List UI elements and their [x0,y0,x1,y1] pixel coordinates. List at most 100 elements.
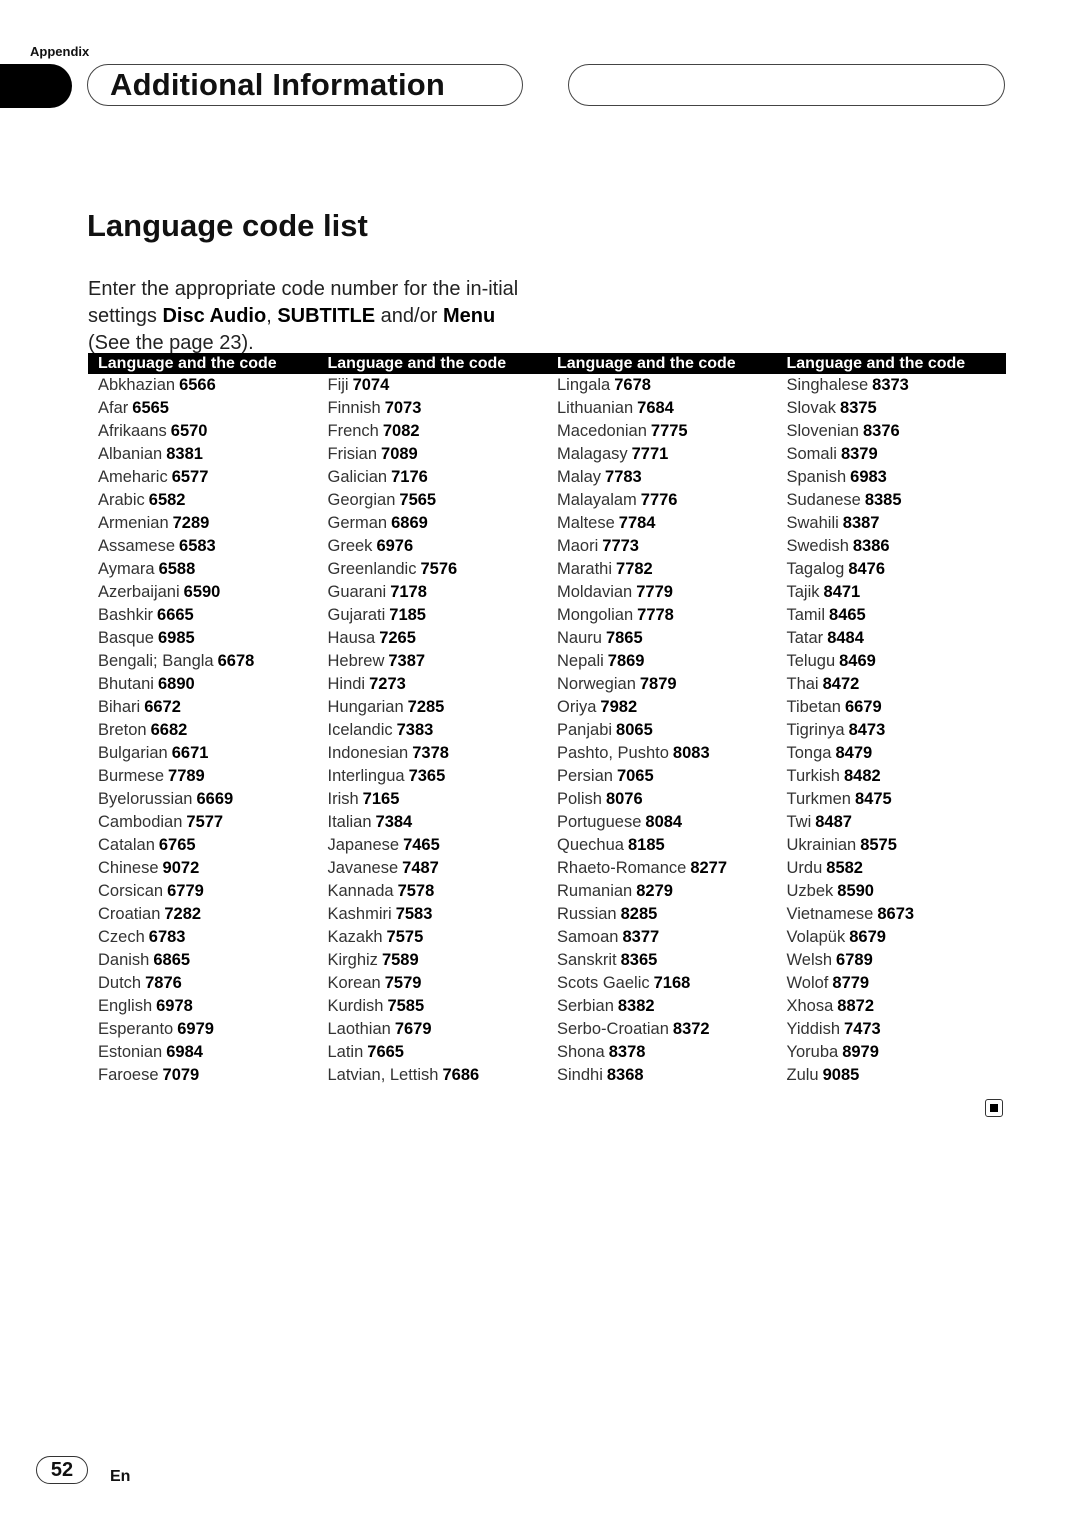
table-row: Abkhazian 6566 [98,374,318,397]
table-columns: Abkhazian 6566 Afar 6565 Afrikaans 6570 Albani… [88,374,1006,1087]
table-row: Ameharic 6577 [98,466,318,489]
table-row: Persian 7065 [557,765,777,788]
table-row: Spanish 6983 [787,466,1007,489]
language-name: Basque [98,629,154,647]
table-row: Croatian 7282 [98,903,318,926]
language-code: 8365 [620,951,658,969]
language-code: 7583 [395,905,433,923]
language-code: 8479 [835,744,873,762]
table-header-row: Language and the code Language and the c… [88,353,1006,374]
table-row: Indonesian 7378 [328,742,548,765]
section-title-pill: Additional Information [87,64,523,106]
language-code: 6783 [148,928,186,946]
intro-text-3: (See the page 23). [88,332,254,354]
language-code: 7265 [379,629,416,647]
language-name: Afrikaans [98,422,167,440]
language-code: 7387 [388,652,426,670]
language-code: 6985 [157,629,195,647]
table-row: Interlingua 7365 [328,765,548,788]
table-row: Czech 6783 [98,926,318,949]
language-code: 8378 [608,1043,646,1061]
table-row: Sindhi 8368 [557,1064,777,1087]
language-name: Azerbaijani [98,583,180,601]
language-name: Finnish [327,399,381,417]
language-name: Bengali; Bangla [98,652,214,670]
table-row: Singhalese 8373 [787,374,1007,397]
language-name: Byelorussian [98,790,193,808]
section-tab-marker [0,64,72,108]
language-name: Sanskrit [557,951,617,969]
language-name: Marathi [557,560,613,578]
language-name: Ameharic [98,468,168,486]
language-name: Maltese [557,514,615,532]
language-name: Twi [786,813,812,831]
column-header: Language and the code [557,355,736,372]
column-header: Language and the code [786,355,966,372]
language-name: Tibetan [786,698,841,716]
table-row: Guarani 7178 [328,581,548,604]
table-row: Malagasy 7771 [557,443,777,466]
table-row: Breton 6682 [98,719,318,742]
table-row: Assamese 6583 [98,535,318,558]
table-row: Afar 6565 [98,397,318,420]
language-name: English [98,997,153,1015]
table-row: Galician 7176 [328,466,548,489]
language-name: Thai [786,675,819,693]
language-name: Bulgarian [98,744,168,762]
language-name: Serbian [557,997,614,1015]
language-code: 7487 [402,859,439,877]
page-number: 52 [36,1456,88,1484]
language-code-table: Language and the code Language and the c… [88,353,1006,1087]
language-code: 6978 [156,997,193,1015]
table-row: Bhutani 6890 [98,673,318,696]
table-row: Mongolian 7778 [557,604,777,627]
language-code: 8476 [848,560,886,578]
language-name: Spanish [786,468,847,486]
language-code: 6979 [177,1020,214,1038]
table-row: Irish 7165 [328,788,548,811]
language-code: 7869 [607,652,645,670]
table-row: Bulgarian 6671 [98,742,318,765]
table-row: Panjabi 8065 [557,719,777,742]
language-code: 9085 [822,1066,860,1084]
language-code: 7865 [605,629,643,647]
language-name: Corsican [98,882,164,900]
table-row: Albanian 8381 [98,443,318,466]
table-row: Latin 7665 [328,1041,548,1064]
language-code: 6566 [179,376,216,394]
language-name: Portuguese [557,813,642,831]
language-code: 7778 [637,606,674,624]
language-code: 8679 [849,928,886,946]
language-code: 6789 [836,951,873,969]
language-code: 8872 [837,997,875,1015]
language-name: Armenian [98,514,169,532]
table-row: Afrikaans 6570 [98,420,318,443]
language-name: Macedonian [557,422,647,440]
table-row: Macedonian 7775 [557,420,777,443]
intro-disc-audio: Disc Audio [162,305,267,327]
language-name: Arabic [98,491,145,509]
language-code: 8482 [843,767,881,785]
language-name: Panjabi [557,721,613,739]
language-code: 8575 [860,836,897,854]
language-code: 8373 [872,376,909,394]
language-code: 8084 [645,813,683,831]
table-row: Bashkir 6665 [98,604,318,627]
intro-subtitle: SUBTITLE [277,305,376,327]
language-code: 7684 [637,399,674,417]
language-code: 7784 [618,514,656,532]
table-row: Gujarati 7185 [328,604,548,627]
language-code: 7585 [387,997,425,1015]
language-name: Samoan [557,928,619,946]
table-row: Maori 7773 [557,535,777,558]
table-row: Lingala 7678 [557,374,777,397]
table-row: Nepali 7869 [557,650,777,673]
language-name: Bihari [98,698,141,716]
language-name: Pashto, Pushto [557,744,669,762]
table-row: Turkish 8482 [787,765,1007,788]
language-code: 8465 [829,606,866,624]
language-name: Georgian [327,491,396,509]
language-name: Quechua [557,836,624,854]
language-code: 8673 [877,905,915,923]
table-row: Korean 7579 [328,972,548,995]
